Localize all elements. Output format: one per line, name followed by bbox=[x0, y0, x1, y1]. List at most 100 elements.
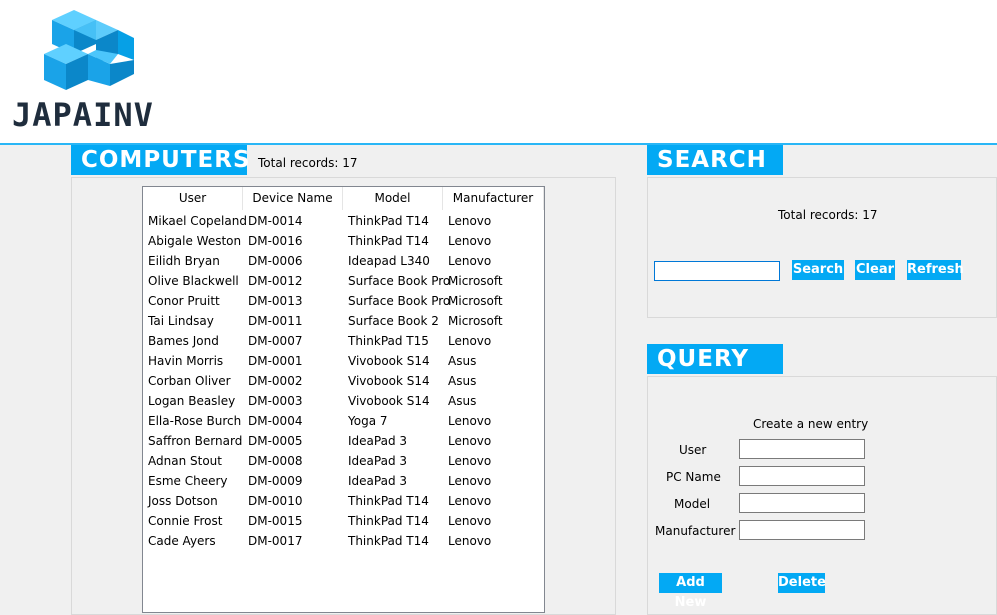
delete-button[interactable]: Delete bbox=[778, 573, 826, 593]
column-header-model[interactable]: Model bbox=[343, 187, 443, 210]
cell-model: Ideapad L340 bbox=[348, 254, 430, 268]
computers-total-records: Total records: 17 bbox=[258, 156, 358, 170]
cell-manufacturer: Asus bbox=[448, 354, 477, 368]
manufacturer-field[interactable] bbox=[739, 520, 865, 540]
cell-device-name: DM-0003 bbox=[248, 394, 303, 408]
cell-model: Surface Book Pro bbox=[348, 274, 451, 288]
cell-device-name: DM-0014 bbox=[248, 214, 303, 228]
table-row[interactable]: Logan Beasley DM-0003 Vivobook S14 Asus bbox=[143, 391, 544, 411]
cell-user: Cade Ayers bbox=[148, 534, 216, 548]
create-entry-label: Create a new entry bbox=[753, 417, 869, 431]
table-row[interactable]: Bames Jond DM-0007 ThinkPad T15 Lenovo bbox=[143, 331, 544, 351]
cell-model: Vivobook S14 bbox=[348, 354, 430, 368]
cell-user: Abigale Weston bbox=[148, 234, 242, 248]
table-row[interactable]: Saffron Bernard DM-0005 IdeaPad 3 Lenovo bbox=[143, 431, 544, 451]
cell-model: IdeaPad 3 bbox=[348, 434, 408, 448]
list-header: User Device Name Model Manufacturer bbox=[143, 187, 544, 211]
cell-device-name: DM-0011 bbox=[248, 314, 303, 328]
cell-manufacturer: Microsoft bbox=[448, 314, 503, 328]
app-header: JAPAINV bbox=[0, 0, 997, 143]
cell-user: Logan Beasley bbox=[148, 394, 236, 408]
cell-model: ThinkPad T14 bbox=[348, 514, 429, 528]
user-label: User bbox=[679, 443, 707, 457]
cell-user: Eilidh Bryan bbox=[148, 254, 220, 268]
model-label: Model bbox=[674, 497, 711, 511]
cell-user: Mikael Copeland bbox=[148, 214, 247, 228]
cell-device-name: DM-0016 bbox=[248, 234, 303, 248]
cell-manufacturer: Lenovo bbox=[448, 334, 492, 348]
table-row[interactable]: Havin Morris DM-0001 Vivobook S14 Asus bbox=[143, 351, 544, 371]
cell-model: ThinkPad T14 bbox=[348, 214, 429, 228]
cell-device-name: DM-0007 bbox=[248, 334, 303, 348]
clear-button[interactable]: Clear bbox=[855, 260, 895, 280]
cell-manufacturer: Lenovo bbox=[448, 234, 492, 248]
list-rows: Mikael Copeland DM-0014 ThinkPad T14 Lenovo… bbox=[143, 211, 544, 551]
cell-model: ThinkPad T14 bbox=[348, 234, 429, 248]
cell-manufacturer: Lenovo bbox=[448, 474, 492, 488]
cell-model: Yoga 7 bbox=[348, 414, 388, 428]
table-row[interactable]: Abigale Weston DM-0016 ThinkPad T14 Lenovo bbox=[143, 231, 544, 251]
column-header-device-name[interactable]: Device Name bbox=[243, 187, 343, 210]
cell-manufacturer: Lenovo bbox=[448, 214, 492, 228]
search-input[interactable] bbox=[654, 261, 780, 281]
cell-model: Vivobook S14 bbox=[348, 374, 430, 388]
column-header-manufacturer[interactable]: Manufacturer bbox=[443, 187, 544, 210]
cell-device-name: DM-0017 bbox=[248, 534, 303, 548]
cell-user: Saffron Bernard bbox=[148, 434, 243, 448]
add-new-button[interactable]: Add New bbox=[659, 573, 722, 610]
pc-name-field[interactable] bbox=[739, 466, 865, 486]
cell-model: ThinkPad T14 bbox=[348, 534, 429, 548]
logo-cube-icon bbox=[44, 10, 134, 90]
cell-model: ThinkPad T14 bbox=[348, 494, 429, 508]
cell-device-name: DM-0009 bbox=[248, 474, 303, 488]
cell-user: Adnan Stout bbox=[148, 454, 222, 468]
cell-model: IdeaPad 3 bbox=[348, 454, 408, 468]
table-row[interactable]: Ella-Rose Burch DM-0004 Yoga 7 Lenovo bbox=[143, 411, 544, 431]
cell-manufacturer: Lenovo bbox=[448, 514, 492, 528]
cell-manufacturer: Microsoft bbox=[448, 294, 503, 308]
table-row[interactable]: Cade Ayers DM-0017 ThinkPad T14 Lenovo bbox=[143, 531, 544, 551]
table-row[interactable]: Adnan Stout DM-0008 IdeaPad 3 Lenovo bbox=[143, 451, 544, 471]
cell-model: Surface Book Pro bbox=[348, 294, 451, 308]
logo-text: JAPAINV bbox=[12, 96, 154, 134]
cell-user: Esme Cheery bbox=[148, 474, 228, 488]
cell-user: Joss Dotson bbox=[148, 494, 218, 508]
computers-listview[interactable]: User Device Name Model Manufacturer Mika… bbox=[142, 186, 545, 613]
column-header-user[interactable]: User bbox=[143, 187, 243, 210]
search-panel bbox=[647, 177, 997, 318]
user-field[interactable] bbox=[739, 439, 865, 459]
cell-manufacturer: Lenovo bbox=[448, 414, 492, 428]
cell-manufacturer: Lenovo bbox=[448, 534, 492, 548]
cell-manufacturer: Lenovo bbox=[448, 494, 492, 508]
pc-name-label: PC Name bbox=[666, 470, 721, 484]
table-row[interactable]: Corban Oliver DM-0002 Vivobook S14 Asus bbox=[143, 371, 544, 391]
table-row[interactable]: Connie Frost DM-0015 ThinkPad T14 Lenovo bbox=[143, 511, 544, 531]
table-row[interactable]: Mikael Copeland DM-0014 ThinkPad T14 Lenovo bbox=[143, 211, 544, 231]
cell-user: Connie Frost bbox=[148, 514, 223, 528]
table-row[interactable]: Conor Pruitt DM-0013 Surface Book Pro Micro… bbox=[143, 291, 544, 311]
query-title: QUERY bbox=[647, 344, 783, 374]
cell-device-name: DM-0006 bbox=[248, 254, 303, 268]
table-row[interactable]: Eilidh Bryan DM-0006 Ideapad L340 Lenovo bbox=[143, 251, 544, 271]
table-row[interactable]: Olive Blackwell DM-0012 Surface Book Pro Mi… bbox=[143, 271, 544, 291]
cell-model: ThinkPad T15 bbox=[348, 334, 429, 348]
model-field[interactable] bbox=[739, 493, 865, 513]
cell-device-name: DM-0015 bbox=[248, 514, 303, 528]
table-row[interactable]: Esme Cheery DM-0009 IdeaPad 3 Lenovo bbox=[143, 471, 544, 491]
table-row[interactable]: Tai Lindsay DM-0011 Surface Book 2 Microsof… bbox=[143, 311, 544, 331]
table-row[interactable]: Joss Dotson DM-0010 ThinkPad T14 Lenovo bbox=[143, 491, 544, 511]
cell-device-name: DM-0012 bbox=[248, 274, 303, 288]
cell-device-name: DM-0001 bbox=[248, 354, 303, 368]
cell-manufacturer: Lenovo bbox=[448, 254, 492, 268]
cell-user: Ella-Rose Burch bbox=[148, 414, 242, 428]
manufacturer-label: Manufacturer bbox=[655, 524, 736, 538]
cell-device-name: DM-0008 bbox=[248, 454, 303, 468]
refresh-button[interactable]: Refresh bbox=[907, 260, 964, 280]
cell-user: Tai Lindsay bbox=[148, 314, 214, 328]
cell-manufacturer: Lenovo bbox=[448, 454, 492, 468]
cell-user: Conor Pruitt bbox=[148, 294, 220, 308]
cell-manufacturer: Microsoft bbox=[448, 274, 503, 288]
cell-device-name: DM-0013 bbox=[248, 294, 303, 308]
cell-user: Olive Blackwell bbox=[148, 274, 239, 288]
search-button[interactable]: Search bbox=[792, 260, 844, 280]
